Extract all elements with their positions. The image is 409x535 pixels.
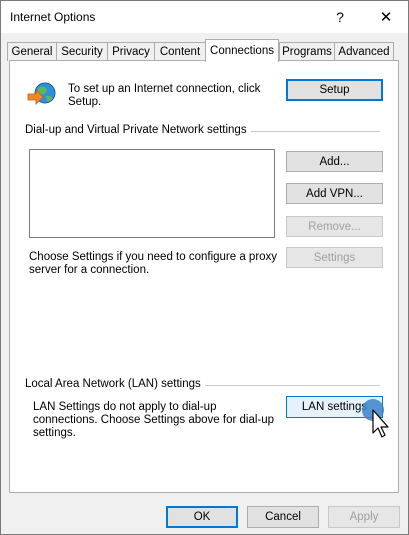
tab-connections[interactable]: Connections [205,39,279,62]
tab-security[interactable]: Security [56,42,108,61]
settings-button[interactable]: Settings [286,247,383,268]
lan-instructions: LAN Settings do not apply to dial-up con… [33,401,275,439]
add-vpn-button[interactable]: Add VPN... [286,183,383,204]
cancel-button[interactable]: Cancel [247,506,319,528]
globe-connection-icon [27,82,56,105]
title-bar: Internet Options ? ✕ [1,1,408,33]
tab-general[interactable]: General [7,42,57,61]
setup-button[interactable]: Setup [286,79,383,101]
connections-panel: To set up an Internet connection, click … [9,60,399,493]
mouse-pointer-icon [362,399,389,438]
close-button[interactable]: ✕ [363,1,409,32]
ok-button[interactable]: OK [166,506,238,528]
apply-button[interactable]: Apply [328,506,400,528]
help-button[interactable]: ? [317,1,363,32]
tab-programs[interactable]: Programs [279,42,335,61]
internet-options-window: Internet Options ? ✕ General Security Pr… [0,0,409,535]
add-button[interactable]: Add... [286,151,383,172]
remove-button[interactable]: Remove... [286,216,383,237]
dialup-heading: Dial-up and Virtual Private Network sett… [25,124,251,136]
tab-advanced[interactable]: Advanced [334,42,394,61]
proxy-instructions: Choose Settings if you need to configure… [29,251,278,276]
tab-privacy[interactable]: Privacy [107,42,155,61]
window-title: Internet Options [10,10,96,24]
connection-list[interactable] [29,149,275,238]
tab-content[interactable]: Content [154,42,206,61]
setup-instructions: To set up an Internet connection, click … [68,83,261,108]
lan-heading: Local Area Network (LAN) settings [25,378,205,390]
